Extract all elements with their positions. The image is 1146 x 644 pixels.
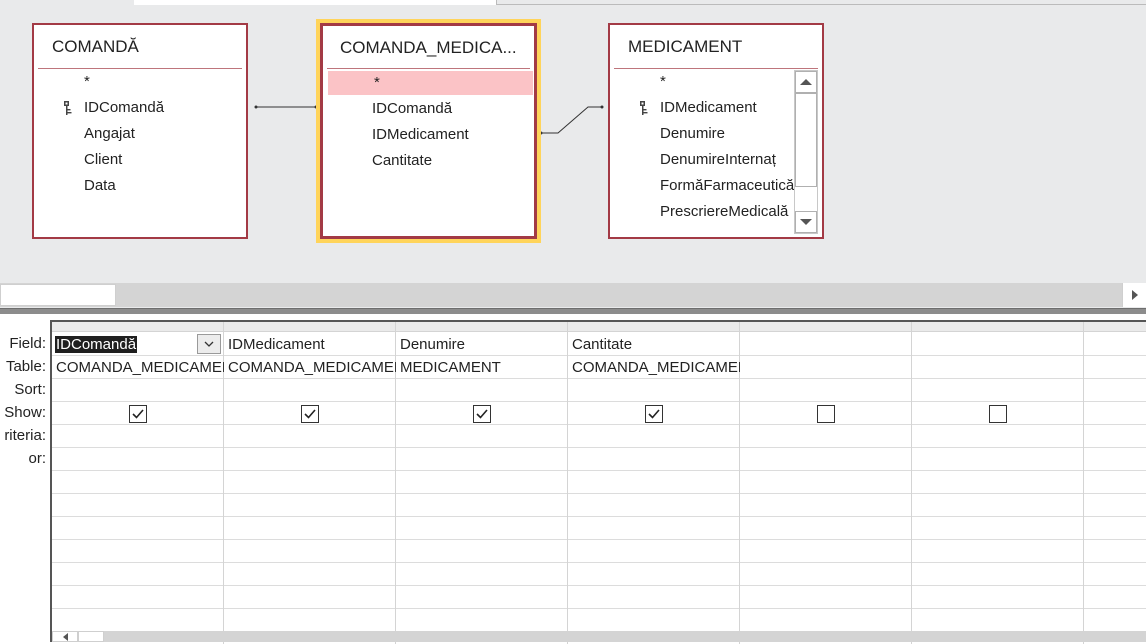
scrollbar-thumb[interactable]: [795, 93, 817, 187]
dropdown-arrow-icon[interactable]: [197, 334, 221, 354]
table-cell[interactable]: COMANDA_MEDICAMENT: [572, 359, 740, 376]
field-prescrieremedicala[interactable]: PrescriereMedicală: [610, 200, 794, 224]
grid-horizontal-scrollbar[interactable]: [52, 631, 1146, 642]
field-idcomanda[interactable]: IDComandă: [34, 96, 246, 120]
column-selector[interactable]: [396, 322, 567, 332]
column-selector[interactable]: [912, 322, 1083, 332]
field-denumire[interactable]: Denumire: [610, 122, 794, 146]
scroll-down-icon[interactable]: [795, 211, 817, 233]
field-star[interactable]: *: [34, 70, 246, 94]
table-cell[interactable]: COMANDA_MEDICAMENT: [228, 359, 396, 376]
grid-column-3[interactable]: Denumire MEDICAMENT: [396, 322, 568, 644]
field-idmedicament[interactable]: IDMedicament: [323, 123, 534, 147]
grid-row-labels: Field: Table: Sort: Show: riteria: or:: [0, 314, 46, 642]
key-icon: [640, 101, 648, 115]
table-comanda-title: COMANDĂ: [52, 37, 139, 56]
table-cell[interactable]: COMANDA_MEDICAMENT: [56, 359, 224, 376]
table-medicament-scrollbar[interactable]: [794, 70, 818, 234]
grid-column-6[interactable]: [912, 322, 1084, 644]
key-icon: [64, 101, 72, 115]
field-formafarmaceutica[interactable]: FormăFarmaceutică: [610, 174, 794, 198]
query-design-grid[interactable]: IDComandă COMANDA_MEDICAMENT IDMedicamen…: [50, 320, 1146, 644]
grid-column-7[interactable]: [1084, 322, 1146, 644]
row-label-table: Table:: [5, 358, 46, 375]
query-design-grid-pane: Field: Table: Sort: Show: riteria: or: I…: [0, 314, 1146, 644]
field-client[interactable]: Client: [34, 148, 246, 172]
relationships-horizontal-scrollbar[interactable]: [0, 283, 1146, 307]
field-cell[interactable]: IDComandă: [55, 336, 138, 353]
field-cell[interactable]: IDMedicament: [228, 336, 325, 353]
scroll-up-icon[interactable]: [795, 71, 817, 93]
table-cell[interactable]: MEDICAMENT: [400, 359, 568, 376]
table-medicament[interactable]: MEDICAMENT * IDMedicament Denumire Denum…: [608, 23, 824, 239]
grid-column-1[interactable]: IDComandă COMANDA_MEDICAMENT: [52, 322, 224, 644]
grid-column-2[interactable]: IDMedicament COMANDA_MEDICAMENT: [224, 322, 396, 644]
column-selector[interactable]: [568, 322, 739, 332]
field-partial: [610, 226, 794, 236]
scroll-left-icon[interactable]: [52, 631, 78, 642]
field-star[interactable]: *: [328, 71, 533, 95]
table-comanda-medicament[interactable]: COMANDA_MEDICA... * IDComandă IDMedicame…: [320, 23, 537, 239]
grid-column-5[interactable]: [740, 322, 912, 644]
checkmark-icon: [648, 409, 660, 419]
show-checkbox[interactable]: [129, 405, 147, 423]
checkmark-icon: [132, 409, 144, 419]
table-comanda[interactable]: COMANDĂ * IDComandă Angajat Client Data: [32, 23, 248, 239]
column-selector[interactable]: [1084, 322, 1146, 332]
show-checkbox[interactable]: [989, 405, 1007, 423]
row-label-or: or:: [28, 450, 46, 467]
join-line-medicament: [541, 106, 602, 134]
scrollbar-thumb[interactable]: [0, 284, 116, 306]
show-checkbox[interactable]: [301, 405, 319, 423]
field-cell[interactable]: Cantitate: [572, 336, 632, 353]
row-label-show: Show:: [4, 404, 46, 421]
column-selector[interactable]: [224, 322, 395, 332]
field-cantitate[interactable]: Cantitate: [323, 149, 534, 173]
table-comanda-medicament-title: COMANDA_MEDICA...: [340, 38, 517, 57]
scroll-right-icon[interactable]: [1122, 283, 1146, 307]
show-checkbox[interactable]: [817, 405, 835, 423]
field-data[interactable]: Data: [34, 174, 246, 198]
relationships-pane[interactable]: COMANDĂ * IDComandă Angajat Client Data …: [0, 0, 1146, 308]
field-star[interactable]: *: [610, 70, 794, 94]
column-selector[interactable]: [740, 322, 911, 332]
row-label-criteria: riteria:: [4, 427, 46, 444]
field-cell[interactable]: Denumire: [400, 336, 465, 353]
field-denumireinternationala[interactable]: DenumireInternaț: [610, 148, 794, 172]
scrollbar-thumb[interactable]: [78, 631, 104, 642]
table-medicament-title: MEDICAMENT: [628, 37, 743, 56]
column-selector[interactable]: [52, 322, 223, 332]
field-angajat[interactable]: Angajat: [34, 122, 246, 146]
field-idmedicament[interactable]: IDMedicament: [610, 96, 794, 120]
show-checkbox[interactable]: [473, 405, 491, 423]
row-label-sort: Sort:: [14, 381, 46, 398]
grid-column-4[interactable]: Cantitate COMANDA_MEDICAMENT: [568, 322, 740, 644]
checkmark-icon: [304, 409, 316, 419]
row-label-field: Field:: [9, 335, 46, 352]
field-idcomanda[interactable]: IDComandă: [323, 97, 534, 121]
checkmark-icon: [476, 409, 488, 419]
show-checkbox[interactable]: [645, 405, 663, 423]
